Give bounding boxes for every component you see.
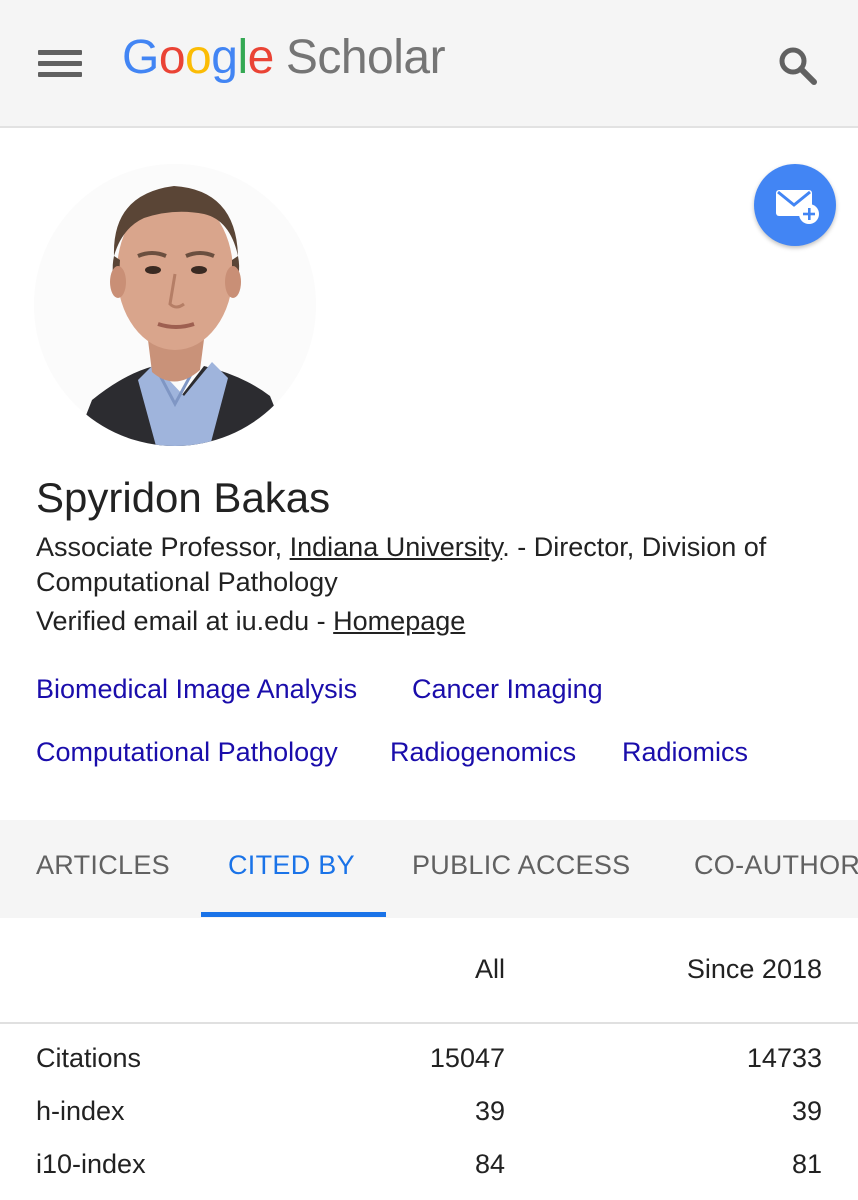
- tab-articles[interactable]: ARTICLES: [36, 850, 170, 881]
- active-tab-indicator: [201, 912, 386, 917]
- tab-public-access[interactable]: PUBLIC ACCESS: [412, 850, 630, 881]
- top-app-bar: Google Scholar: [0, 0, 858, 128]
- cell-all: 15047: [429, 1043, 505, 1073]
- affiliation-prefix: Associate Professor,: [36, 532, 290, 562]
- profile-name: Spyridon Bakas: [36, 474, 331, 521]
- profile-affiliation: Associate Professor, Indiana University.…: [36, 530, 836, 600]
- google-wordmark: Google: [122, 31, 274, 84]
- cell-since: 81: [791, 1149, 822, 1179]
- row-label: h-index: [36, 1096, 125, 1126]
- profile-avatar: [34, 164, 316, 446]
- affiliation-link[interactable]: Indiana University: [290, 532, 503, 562]
- hamburger-menu-icon[interactable]: [38, 46, 84, 78]
- profile-tabs: ARTICLES CITED BY PUBLIC ACCESS CO-AUTHO…: [0, 820, 858, 918]
- column-header-since: Since 2018: [686, 954, 822, 984]
- column-header-all: All: [474, 954, 505, 984]
- table-header-divider: [0, 1022, 858, 1024]
- search-icon[interactable]: [776, 44, 820, 88]
- cell-all: 39: [474, 1096, 505, 1126]
- follow-email-button[interactable]: [754, 164, 836, 246]
- interest-link[interactable]: Radiogenomics: [390, 737, 576, 768]
- tab-co-authors[interactable]: CO-AUTHORS: [694, 850, 858, 881]
- row-label: Citations: [36, 1043, 142, 1073]
- interest-link[interactable]: Cancer Imaging: [412, 674, 603, 705]
- cell-since: 39: [791, 1096, 822, 1126]
- cell-since: 14733: [746, 1043, 822, 1073]
- email-follow-icon: [776, 190, 819, 224]
- google-scholar-logo[interactable]: Google Scholar: [122, 30, 446, 85]
- tab-cited-by[interactable]: CITED BY: [228, 850, 355, 881]
- interest-link[interactable]: Radiomics: [622, 737, 748, 768]
- row-label: i10-index: [36, 1149, 146, 1179]
- verified-email-text: Verified email at iu.edu -: [36, 606, 334, 636]
- interest-link[interactable]: Computational Pathology: [36, 737, 338, 768]
- profile-email-line: Verified email at iu.edu - Homepage: [36, 604, 465, 639]
- scholar-wordmark: Scholar: [285, 31, 446, 84]
- interest-link[interactable]: Biomedical Image Analysis: [36, 674, 357, 705]
- homepage-link[interactable]: Homepage: [333, 606, 465, 636]
- cell-all: 84: [474, 1149, 505, 1179]
